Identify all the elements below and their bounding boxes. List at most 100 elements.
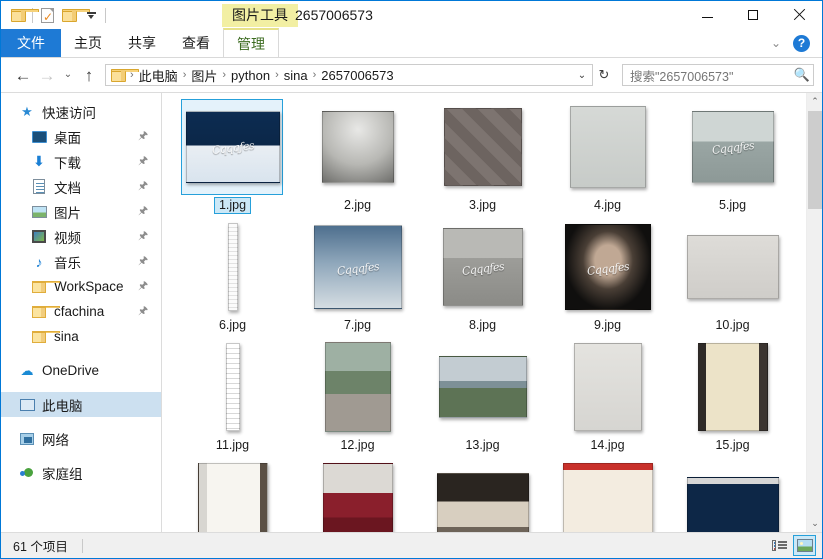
sidebar-item-桌面[interactable]: 桌面 🖈: [1, 124, 161, 149]
thumbnail-container: [559, 461, 657, 532]
file-tile[interactable]: 4.jpg: [545, 99, 670, 219]
maximize-button[interactable]: [730, 1, 776, 29]
file-tile[interactable]: Cqqqfes 7.jpg: [295, 219, 420, 339]
file-tile[interactable]: 10.jpg: [670, 219, 795, 339]
file-name-label: 6.jpg: [218, 318, 247, 332]
sidebar-item-视频[interactable]: 视频 🖈: [1, 224, 161, 249]
help-icon[interactable]: ?: [793, 34, 810, 52]
pin-icon[interactable]: 🖈: [138, 130, 149, 143]
tab-share[interactable]: 共享: [115, 29, 169, 57]
search-icon[interactable]: 🔍: [791, 67, 813, 83]
toolbar-divider-2: [105, 7, 106, 23]
scrollbar-thumb[interactable]: [808, 111, 822, 209]
vertical-scrollbar[interactable]: ⌃ ⌄: [806, 93, 822, 532]
file-tile[interactable]: 11.jpg: [170, 339, 295, 459]
file-tile[interactable]: 14.jpg: [545, 339, 670, 459]
search-input[interactable]: 搜索"2657006573": [623, 66, 791, 85]
file-thumbnail: Cqqqfes: [185, 111, 280, 183]
thumbnail-container: Cqqqfes: [434, 221, 532, 313]
item-count-label: 61 个项目: [13, 540, 68, 554]
back-button[interactable]: ←: [11, 63, 35, 87]
sidebar-item-图片[interactable]: 图片 🖈: [1, 199, 161, 224]
forward-button[interactable]: →: [35, 63, 59, 87]
large-icons-view-button[interactable]: [793, 535, 816, 556]
file-tile[interactable]: 15.jpg: [670, 339, 795, 459]
thumbnail-container: [434, 341, 532, 433]
tab-view[interactable]: 查看: [169, 29, 223, 57]
desktop-icon: [31, 129, 47, 145]
file-tile[interactable]: 16.jpg: [170, 459, 295, 532]
sidebar-item-下载[interactable]: ⬇ 下载 🖈: [1, 149, 161, 174]
file-thumbnail: Cqqqfes: [313, 225, 402, 309]
recent-locations-button[interactable]: ⌄: [59, 63, 77, 87]
file-thumbnail: [227, 223, 238, 311]
search-box[interactable]: 搜索"2657006573" 🔍: [622, 64, 814, 86]
sidebar-item-音乐[interactable]: ♪ 音乐 🖈: [1, 249, 161, 274]
file-tile[interactable]: 13.jpg: [420, 339, 545, 459]
address-dropdown-icon[interactable]: ⌄: [572, 65, 592, 85]
pin-icon[interactable]: 🖈: [138, 230, 149, 243]
sidebar-item-label: 视频: [54, 230, 81, 246]
chevron-down-icon[interactable]: ⌄: [765, 32, 787, 54]
refresh-button[interactable]: ↻: [593, 64, 615, 86]
breadcrumb-item-1[interactable]: 图片: [188, 66, 220, 85]
details-view-button[interactable]: [768, 535, 791, 556]
tab-file[interactable]: 文件: [1, 29, 61, 57]
file-tile[interactable]: 2.jpg: [295, 99, 420, 219]
breadcrumb-item-2[interactable]: python: [228, 68, 273, 83]
file-tile[interactable]: Cqqqfes 9.jpg: [545, 219, 670, 339]
sidebar-item-此电脑[interactable]: 此电脑: [1, 392, 161, 417]
file-tile[interactable]: 17.jpg: [295, 459, 420, 532]
file-tile[interactable]: 20.jpg: [670, 459, 795, 532]
pin-icon[interactable]: 🖈: [138, 280, 149, 293]
pin-icon[interactable]: 🖈: [138, 205, 149, 218]
file-tile[interactable]: 6.jpg: [170, 219, 295, 339]
sidebar-item-label: 快速访问: [42, 105, 96, 121]
sidebar-item-网络[interactable]: 网络: [1, 426, 161, 451]
file-name-label: 13.jpg: [465, 438, 500, 452]
scroll-up-button[interactable]: ⌃: [807, 93, 822, 110]
file-tile[interactable]: Cqqqfes 8.jpg: [420, 219, 545, 339]
minimize-button[interactable]: [684, 1, 730, 29]
sidebar-item-sina[interactable]: sina: [1, 324, 161, 349]
sidebar-item-label: 文档: [54, 180, 81, 196]
file-tile[interactable]: 19.jpg: [545, 459, 670, 532]
sidebar-item-WorkSpace[interactable]: WorkSpace 🖈: [1, 274, 161, 299]
thumbnail-container: [559, 101, 657, 193]
tab-home[interactable]: 主页: [61, 29, 115, 57]
close-button[interactable]: [776, 1, 822, 29]
tab-manage[interactable]: 管理: [223, 28, 279, 57]
file-thumbnail: [438, 356, 527, 418]
sidebar-item-label: WorkSpace: [54, 279, 124, 294]
pin-icon[interactable]: 🖈: [138, 180, 149, 193]
sidebar-item-快速访问[interactable]: ★ 快速访问: [1, 99, 161, 124]
folder-icon[interactable]: [7, 4, 39, 26]
pin-icon[interactable]: 🖈: [138, 305, 149, 318]
properties-icon[interactable]: ✓: [36, 4, 58, 26]
scroll-down-button[interactable]: ⌄: [807, 515, 822, 532]
up-button[interactable]: ↑: [77, 63, 101, 87]
file-thumbnail: [324, 342, 391, 432]
breadcrumb-item-3[interactable]: sina: [281, 68, 311, 83]
breadcrumb-item-0[interactable]: 此电脑: [136, 66, 181, 85]
pin-icon[interactable]: 🖈: [138, 155, 149, 168]
file-tile[interactable]: 3.jpg: [420, 99, 545, 219]
file-thumbnail: Cqqqfes: [442, 228, 523, 306]
file-name-label: 9.jpg: [593, 318, 622, 332]
breadcrumb-item-4[interactable]: 2657006573: [318, 68, 396, 83]
customize-caret-icon[interactable]: [80, 4, 102, 26]
file-tile[interactable]: 18.jpg: [420, 459, 545, 532]
thumbnail-container: Cqqqfes: [309, 221, 407, 313]
file-tile[interactable]: Cqqqfes 1.jpg: [170, 99, 295, 219]
sidebar-item-cfachina[interactable]: cfachina 🖈: [1, 299, 161, 324]
file-tile[interactable]: Cqqqfes 5.jpg: [670, 99, 795, 219]
sidebar-item-文档[interactable]: 文档 🖈: [1, 174, 161, 199]
thumbnail-watermark: Cqqqfes: [210, 139, 255, 158]
download-icon: ⬇: [33, 153, 45, 169]
sidebar-item-家庭组[interactable]: 家庭组: [1, 460, 161, 485]
new-folder-icon[interactable]: [58, 4, 90, 26]
address-input[interactable]: › 此电脑 › 图片 › python › sina › 2657006573 …: [105, 64, 593, 86]
pin-icon[interactable]: 🖈: [138, 255, 149, 268]
file-tile[interactable]: 12.jpg: [295, 339, 420, 459]
sidebar-item-OneDrive[interactable]: ☁ OneDrive: [1, 358, 161, 383]
